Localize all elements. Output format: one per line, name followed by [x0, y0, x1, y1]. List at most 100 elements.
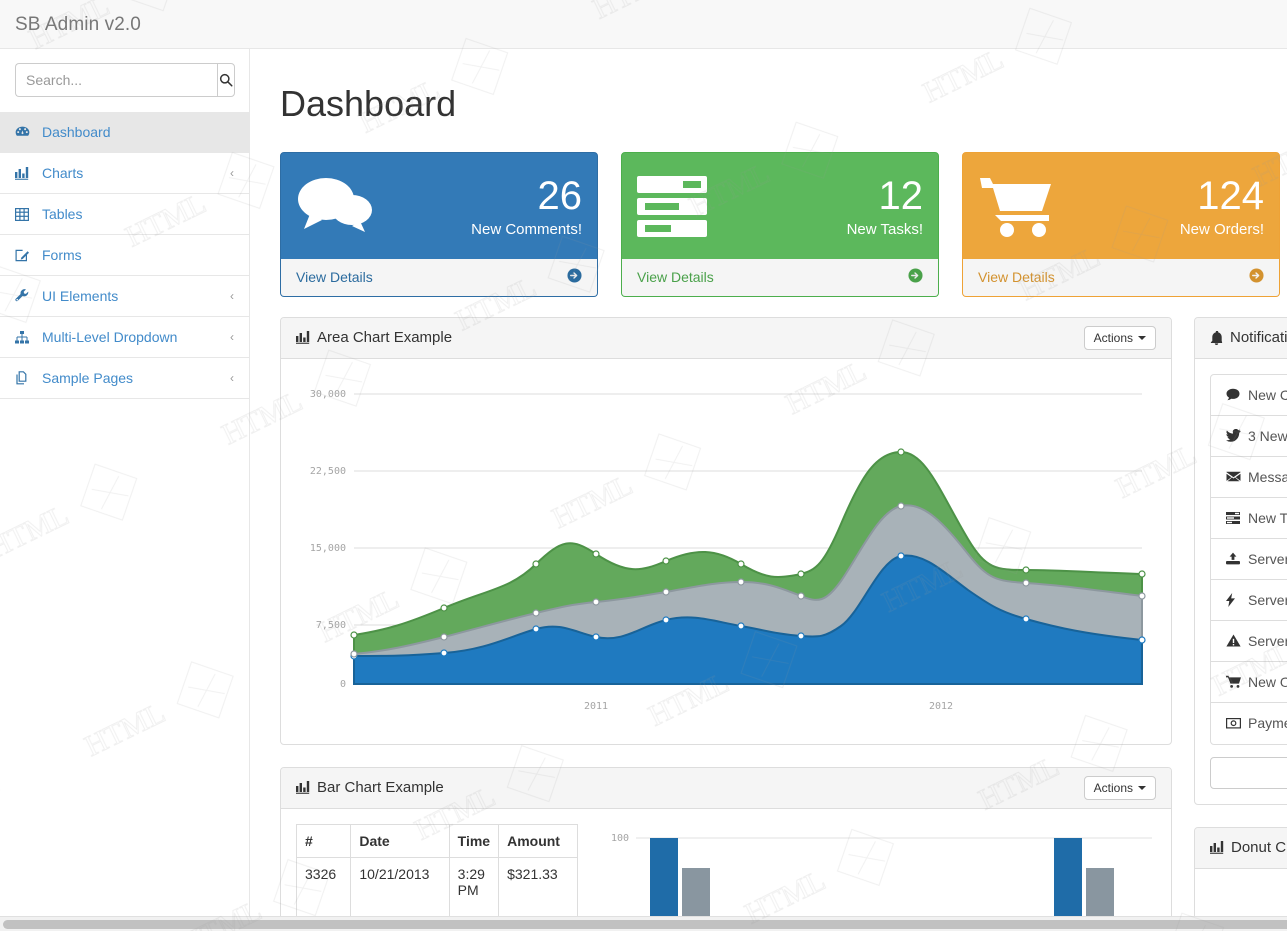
chevron-down-icon — [1138, 786, 1146, 790]
page-title: Dashboard — [280, 84, 1287, 124]
tasks-icon — [1226, 512, 1248, 524]
notifications-list: New Comment 3 New Followers — [1210, 374, 1287, 745]
stat-count: 12 — [727, 175, 923, 217]
stat-panel-values: 26 New Comments! — [386, 175, 582, 238]
panel-header: Bar Chart Example Actions — [281, 768, 1171, 809]
notification-item-comment[interactable]: New Comment — [1211, 375, 1287, 416]
stat-panel-values: 124 New Orders! — [1068, 175, 1264, 238]
notification-item-new-order[interactable]: New Order Placed — [1211, 662, 1287, 703]
stat-panel-body: 26 New Comments! — [281, 153, 597, 259]
table-row[interactable]: 3326 10/21/2013 3:29 PM $321.33 — [297, 857, 578, 916]
notification-item-followers[interactable]: 3 New Followers — [1211, 416, 1287, 457]
bolt-icon — [1226, 593, 1248, 607]
left-column: Area Chart Example Actions — [280, 317, 1172, 931]
stat-panel-tasks[interactable]: 12 New Tasks! View Details — [621, 152, 939, 297]
notification-label: New Comment — [1248, 387, 1287, 403]
sidebar-item-dashboard[interactable]: Dashboard — [0, 112, 249, 153]
envelope-icon — [1226, 471, 1248, 482]
stat-count: 26 — [386, 175, 582, 217]
panel-title: Area Chart Example — [317, 330, 1084, 345]
cell-num: 3326 — [297, 857, 351, 916]
tasks-icon — [637, 174, 727, 240]
sidebar-item-charts[interactable]: Charts ‹ — [0, 153, 249, 194]
bell-icon — [1210, 331, 1223, 345]
sidebar-item-label: Tables — [42, 207, 234, 221]
sidebar-item-tables[interactable]: Tables — [0, 194, 249, 235]
sidebar-item-forms[interactable]: Forms — [0, 235, 249, 276]
notification-label: 3 New Followers — [1248, 428, 1287, 444]
notification-label: Server Not Responding — [1248, 633, 1287, 649]
page-header: Dashboard — [250, 49, 1287, 124]
svg-text:2012: 2012 — [929, 701, 953, 712]
sidebar-item-ui-elements[interactable]: UI Elements ‹ — [0, 276, 249, 317]
brand-title[interactable]: SB Admin v2.0 — [0, 15, 141, 34]
panel-title: Donut Chart Example — [1231, 840, 1287, 855]
upload-icon — [1226, 552, 1248, 565]
stat-text: New Comments! — [386, 221, 582, 238]
search-icon — [219, 73, 233, 87]
circle-arrow-right-icon — [567, 268, 582, 287]
stat-panel-values: 12 New Tasks! — [727, 175, 923, 238]
notification-item-task[interactable]: New Task — [1211, 498, 1287, 539]
notification-item-server-not-responding[interactable]: Server Not Responding — [1211, 621, 1287, 662]
area-chart-svg: 30,000 22,500 15,000 7,500 0 — [296, 374, 1156, 724]
circle-arrow-right-icon — [1249, 268, 1264, 287]
bar-chart-icon — [296, 781, 310, 794]
stat-panel-footer[interactable]: View Details — [281, 259, 597, 296]
notification-item-server-rebooted[interactable]: Server Rebooted — [1211, 539, 1287, 580]
sidebar-item-label: Charts — [42, 166, 224, 180]
sidebar-item-label: UI Elements — [42, 289, 224, 303]
col-header-num: # — [297, 824, 351, 857]
cart-icon — [1226, 675, 1248, 688]
svg-text:100: 100 — [611, 833, 629, 844]
view-details-link[interactable]: View Details — [978, 269, 1055, 285]
sidebar-item-label: Forms — [42, 248, 234, 262]
search-button[interactable] — [217, 63, 235, 97]
notification-item-message[interactable]: Message Sent — [1211, 457, 1287, 498]
right-column: Notifications Panel New Comment — [1194, 317, 1287, 931]
y-tick-labels: 100 75 — [611, 833, 629, 929]
sidebar-nav: Dashboard Charts ‹ Tables Forms — [0, 112, 249, 399]
stat-panel-orders[interactable]: 124 New Orders! View Details — [962, 152, 1280, 297]
stat-panel-comments[interactable]: 26 New Comments! View Details — [280, 152, 598, 297]
view-all-alerts-button[interactable]: View All Alerts — [1210, 757, 1287, 789]
wrench-icon — [15, 289, 34, 303]
money-icon — [1226, 718, 1248, 729]
search-input-group — [15, 63, 235, 97]
transactions-table: # Date Time Amount 3326 10/2 — [296, 824, 578, 931]
area-chart[interactable]: 30,000 22,500 15,000 7,500 0 — [296, 374, 1156, 729]
view-details-link[interactable]: View Details — [296, 269, 373, 285]
scrollbar-thumb[interactable] — [3, 920, 1287, 929]
cell-amount: $321.33 — [499, 857, 578, 916]
comments-icon — [296, 174, 386, 240]
horizontal-scrollbar[interactable] — [0, 916, 1287, 931]
chevron-left-icon: ‹ — [230, 372, 234, 384]
stat-panel-footer[interactable]: View Details — [963, 259, 1279, 296]
table-icon — [15, 208, 34, 221]
actions-label: Actions — [1094, 332, 1133, 344]
panel-header: Notifications Panel — [1195, 318, 1287, 359]
notification-item-server-crashed[interactable]: Server Crashed! — [1211, 580, 1287, 621]
notification-item-payment-received[interactable]: Payment Received — [1211, 703, 1287, 744]
stat-text: New Tasks! — [727, 221, 923, 238]
cart-icon — [978, 174, 1068, 240]
stat-panel-body: 124 New Orders! — [963, 153, 1279, 259]
sidebar-item-multi-level-dropdown[interactable]: Multi-Level Dropdown ‹ — [0, 317, 249, 358]
notification-label: Message Sent — [1248, 469, 1287, 485]
bar-chart-svg: 100 75 — [596, 824, 1156, 931]
view-details-link[interactable]: View Details — [637, 269, 714, 285]
comment-icon — [1226, 388, 1248, 401]
notification-label: Server Rebooted — [1248, 551, 1287, 567]
bar-chart[interactable]: 100 75 — [596, 824, 1156, 931]
actions-dropdown-button[interactable]: Actions — [1084, 776, 1156, 800]
sidebar-item-sample-pages[interactable]: Sample Pages ‹ — [0, 358, 249, 399]
circle-arrow-right-icon — [908, 268, 923, 287]
y-tick-labels: 30,000 22,500 15,000 7,500 0 — [310, 389, 346, 690]
bar-chart-icon — [1210, 841, 1224, 854]
svg-text:22,500: 22,500 — [310, 466, 346, 477]
search-input[interactable] — [15, 63, 217, 97]
stat-panel-footer[interactable]: View Details — [622, 259, 938, 296]
panel-title: Notifications Panel — [1230, 330, 1287, 345]
stat-panel-row: 26 New Comments! View Details — [250, 152, 1287, 297]
actions-dropdown-button[interactable]: Actions — [1084, 326, 1156, 350]
